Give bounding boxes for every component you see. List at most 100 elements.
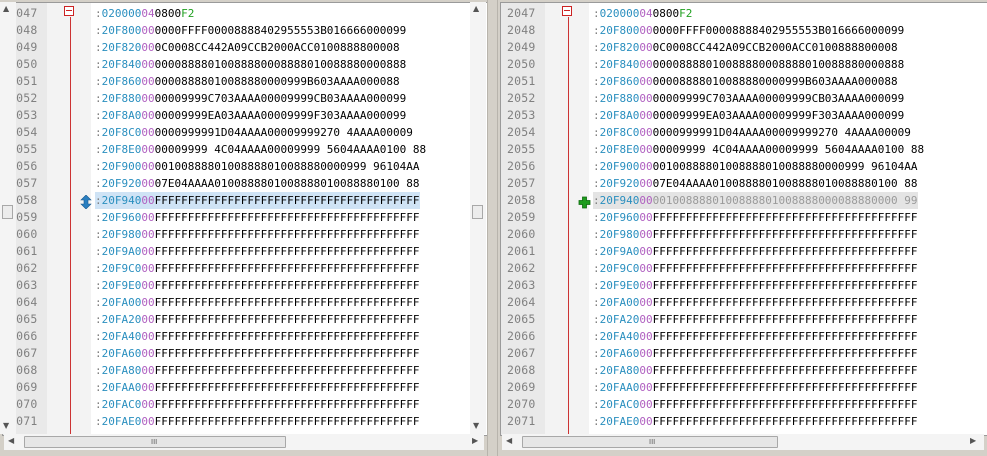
hex-record: :20FAA000FFFFFFFFFFFFFFFFFFFFFFFFFFFFFFF… (593, 379, 918, 396)
code-line[interactable]: 2056:20F90000001008888010088880100888800… (501, 158, 987, 175)
code-line[interactable]: 2069:20FAA000FFFFFFFFFFFFFFFFFFFFFFFFFFF… (3, 379, 487, 396)
hex-record: :20F9200007E04AAAA0100888801008888010088… (593, 175, 918, 192)
code-line[interactable]: 2067:20FA6000FFFFFFFFFFFFFFFFFFFFFFFFFFF… (3, 345, 487, 362)
code-line[interactable]: 2068:20FA8000FFFFFFFFFFFFFFFFFFFFFFFFFFF… (3, 362, 487, 379)
record-address: F8E0 (612, 143, 640, 156)
code-line[interactable]: 2068:20FA8000FFFFFFFFFFFFFFFFFFFFFFFFFFF… (501, 362, 987, 379)
code-line[interactable]: 2060:20F98000FFFFFFFFFFFFFFFFFFFFFFFFFFF… (501, 226, 987, 243)
right-hex-editor[interactable]: 2047:020000040800F2 2048:20F800000000FFFF… (500, 2, 987, 436)
record-type: 00 (639, 245, 653, 258)
scroll-right-arrow-icon[interactable]: ▶ (472, 436, 478, 445)
code-line[interactable]: 2062:20F9C000FFFFFFFFFFFFFFFFFFFFFFFFFFF… (3, 260, 487, 277)
code-line[interactable]: 2063:20F9E000FFFFFFFFFFFFFFFFFFFFFFFFFFF… (501, 277, 987, 294)
code-line[interactable]: 2071:20FAE000FFFFFFFFFFFFFFFFFFFFFFFFFFF… (3, 413, 487, 430)
record-address: FAA0 (612, 381, 640, 394)
code-line[interactable]: 2050:20F84000000088880100888800088880100… (3, 56, 487, 73)
code-line[interactable]: 2051:20F8600000008888010088880000999B603… (3, 73, 487, 90)
code-line[interactable]: 2067:20FA6000FFFFFFFFFFFFFFFFFFFFFFFFFFF… (501, 345, 987, 362)
line-number: 2055 (507, 142, 536, 156)
code-line[interactable]: 2059:20F96000FFFFFFFFFFFFFFFFFFFFFFFFFFF… (3, 209, 487, 226)
code-line[interactable]: 2058:20F94000001008888010088880100888800… (501, 192, 987, 209)
right-vscroll-thumb[interactable] (2, 205, 13, 219)
code-line[interactable]: 2053:20F8A00000009999EA03AAAA00009999F30… (3, 107, 487, 124)
code-line[interactable]: 2061:20F9A000FFFFFFFFFFFFFFFFFFFFFFFFFFF… (501, 243, 987, 260)
code-line[interactable]: 2049:20F820000C0008CC442A09CCB2000ACC010… (501, 39, 987, 56)
code-line[interactable]: 2049:20F820000C0008CC442A09CCB2000ACC010… (3, 39, 487, 56)
line-number: 2068 (507, 363, 536, 377)
scroll-down-arrow-icon[interactable]: ▼ (473, 421, 479, 430)
code-line[interactable]: 2071:20FAE000FFFFFFFFFFFFFFFFFFFFFFFFFFF… (501, 413, 987, 430)
record-type: 00 (141, 160, 155, 173)
record-address: FAE0 (114, 415, 142, 428)
scroll-left-arrow-icon[interactable]: ◀ (506, 436, 512, 445)
code-line[interactable]: 2064:20FA0000FFFFFFFFFFFFFFFFFFFFFFFFFFF… (3, 294, 487, 311)
code-line[interactable]: 2048:20F800000000FFFF00008888402955553B0… (501, 22, 987, 39)
scroll-down-arrow-icon[interactable]: ▼ (3, 421, 9, 430)
scroll-left-arrow-icon[interactable]: ◀ (8, 436, 14, 445)
record-type: 00 (639, 398, 653, 411)
code-line[interactable]: 2064:20FA0000FFFFFFFFFFFFFFFFFFFFFFFFFFF… (501, 294, 987, 311)
record-address: F940 (612, 194, 640, 207)
record-start-colon: : (95, 228, 102, 241)
left-vertical-scrollbar[interactable]: ▲ ▼ (470, 2, 486, 434)
code-line[interactable]: 2065:20FA2000FFFFFFFFFFFFFFFFFFFFFFFFFFF… (501, 311, 987, 328)
code-line[interactable]: 2053:20F8A00000009999EA03AAAA00009999F30… (501, 107, 987, 124)
left-horizontal-scrollbar[interactable]: ◀ III ▶ (4, 434, 484, 450)
code-line[interactable]: 2056:20F90000001008888010088880100888800… (3, 158, 487, 175)
code-line[interactable]: 2069:20FAA000FFFFFFFFFFFFFFFFFFFFFFFFFFF… (501, 379, 987, 396)
record-start-colon: : (95, 245, 102, 258)
code-line[interactable]: 2054:20F8C0000000999991D04AAAA0000999927… (501, 124, 987, 141)
code-line[interactable]: 2055:20F8E00000009999 4C04AAAA00009999 5… (501, 141, 987, 158)
record-data: FFFFFFFFFFFFFFFFFFFFFFFFFFFFFFFFFFFFFFFF (154, 347, 420, 360)
left-vscroll-thumb[interactable] (472, 205, 483, 219)
code-line[interactable]: 2055:20F8E00000009999 4C04AAAA00009999 5… (3, 141, 487, 158)
code-line[interactable]: 2061:20F9A000FFFFFFFFFFFFFFFFFFFFFFFFFFF… (3, 243, 487, 260)
plus-icon[interactable] (578, 194, 591, 209)
up-down-arrow-icon[interactable] (80, 194, 92, 210)
code-line[interactable]: 2062:20F9C000FFFFFFFFFFFFFFFFFFFFFFFFFFF… (501, 260, 987, 277)
code-line[interactable]: 2070:20FAC000FFFFFFFFFFFFFFFFFFFFFFFFFFF… (501, 396, 987, 413)
right-horizontal-scrollbar[interactable]: ◀ III ▶ (502, 434, 984, 450)
record-data: 00008888010088880008888010088880000888 (652, 58, 905, 71)
record-checksum: F2 (679, 7, 693, 20)
code-line[interactable]: 2052:20F8800000009999C703AAAA00009999CB0… (501, 90, 987, 107)
record-address: FA00 (114, 296, 142, 309)
code-line[interactable]: 2054:20F8C0000000999991D04AAAA0000999927… (3, 124, 487, 141)
record-data: 0C0008CC442A09CCB2000ACC0100888800008 (154, 41, 400, 54)
code-line[interactable]: 2052:20F8800000009999C703AAAA00009999CB0… (3, 90, 487, 107)
code-line[interactable]: 2060:20F98000FFFFFFFFFFFFFFFFFFFFFFFFFFF… (3, 226, 487, 243)
code-line[interactable]: 2059:20F96000FFFFFFFFFFFFFFFFFFFFFFFFFFF… (501, 209, 987, 226)
scroll-right-arrow-icon[interactable]: ▶ (970, 436, 976, 445)
code-line[interactable]: 2066:20FA4000FFFFFFFFFFFFFFFFFFFFFFFFFFF… (3, 328, 487, 345)
code-line[interactable]: 2050:20F84000000088880100888800088880100… (501, 56, 987, 73)
hex-record: :20FA2000FFFFFFFFFFFFFFFFFFFFFFFFFFFFFFF… (95, 311, 420, 328)
record-length: 20 (101, 398, 115, 411)
code-line[interactable]: 2048:20F800000000FFFF00008888402955553B0… (3, 22, 487, 39)
record-length: 20 (599, 228, 613, 241)
pane-splitter[interactable] (487, 0, 498, 456)
record-start-colon: : (593, 7, 600, 20)
code-line[interactable]: 2047:020000040800F2 (501, 5, 987, 22)
record-length: 20 (101, 330, 115, 343)
code-line[interactable]: 2066:20FA4000FFFFFFFFFFFFFFFFFFFFFFFFFFF… (501, 328, 987, 345)
scroll-up-arrow-icon[interactable]: ▲ (473, 4, 479, 13)
code-line[interactable]: 2057:20F9200007E04AAAA010088880100888801… (3, 175, 487, 192)
record-address: F920 (114, 177, 142, 190)
grip-icon: III (151, 438, 158, 446)
code-line[interactable]: 2058:20F94000FFFFFFFFFFFFFFFFFFFFFFFFFFF… (3, 192, 487, 210)
scroll-up-arrow-icon[interactable]: ▲ (3, 4, 9, 13)
code-line[interactable]: 2070:20FAC000FFFFFFFFFFFFFFFFFFFFFFFFFFF… (3, 396, 487, 413)
record-type: 04 (141, 7, 155, 20)
left-hscroll-thumb[interactable]: III (24, 436, 286, 448)
code-line[interactable]: 2047:020000040800F2 (3, 5, 487, 22)
hex-record: :20F8A00000009999EA03AAAA00009999F303AAA… (593, 107, 904, 124)
record-type: 00 (639, 126, 653, 139)
code-line[interactable]: 2057:20F9200007E04AAAA010088880100888801… (501, 175, 987, 192)
record-data: FFFFFFFFFFFFFFFFFFFFFFFFFFFFFFFFFFFFFFFF (652, 313, 918, 326)
code-line[interactable]: 2065:20FA2000FFFFFFFFFFFFFFFFFFFFFFFFFFF… (3, 311, 487, 328)
right-hscroll-thumb[interactable]: III (522, 436, 778, 448)
left-hex-editor[interactable]: 2047:020000040800F2 2048:20F800000000FFFF… (2, 2, 488, 436)
right-vertical-scrollbar[interactable]: ▲ ▼ (0, 2, 16, 434)
code-line[interactable]: 2063:20F9E000FFFFFFFFFFFFFFFFFFFFFFFFFFF… (3, 277, 487, 294)
code-line[interactable]: 2051:20F8600000008888010088880000999B603… (501, 73, 987, 90)
